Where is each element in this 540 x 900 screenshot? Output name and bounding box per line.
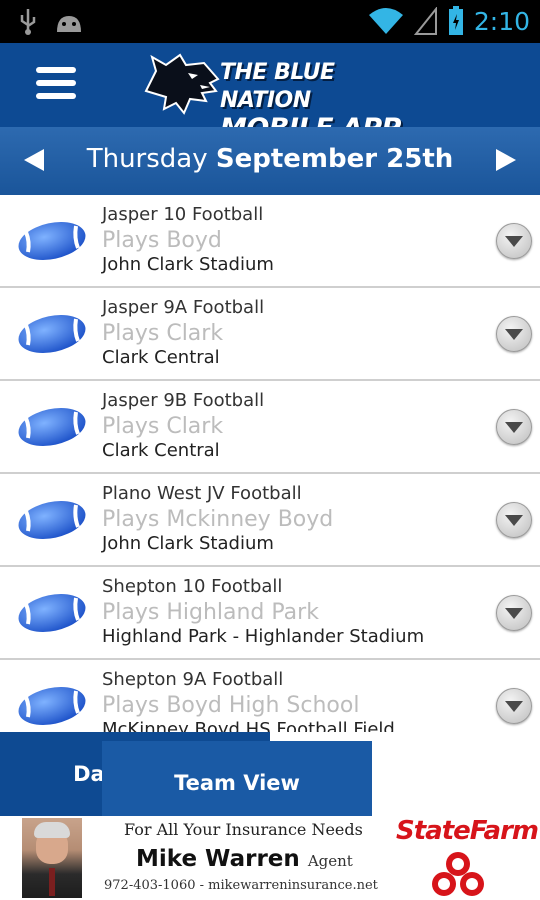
football-icon: [18, 408, 86, 446]
usb-icon: [20, 9, 36, 35]
football-icon: [18, 594, 86, 632]
expand-chevron-icon[interactable]: [496, 595, 532, 631]
expand-chevron-icon[interactable]: [496, 688, 532, 724]
opponent: Plays Clark: [102, 321, 224, 346]
games-list[interactable]: Jasper 10 Football Plays Boyd John Clark…: [0, 195, 540, 732]
expand-chevron-icon[interactable]: [496, 316, 532, 352]
wifi-icon: [368, 8, 403, 34]
ad-contact: 972-403-1060 - mikewarreninsurance.net: [104, 878, 378, 893]
status-bar: 2:10: [0, 0, 540, 43]
signal-icon: [413, 7, 437, 35]
next-day-button[interactable]: [496, 149, 516, 171]
ad-tagline: For All Your Insurance Needs: [124, 820, 363, 839]
agent-photo: [22, 818, 82, 898]
opponent: Plays Clark: [102, 414, 224, 439]
opponent: Plays Mckinney Boyd: [102, 507, 334, 532]
venue: John Clark Stadium: [102, 533, 274, 554]
date-navigator: Thursday September 25th: [0, 127, 540, 195]
game-row[interactable]: Shepton 9A Football Plays Boyd High Scho…: [0, 660, 540, 732]
ad-banner[interactable]: For All Your Insurance Needs Mike Warren…: [0, 816, 540, 900]
statefarm-logo-icon: [432, 852, 484, 896]
game-row[interactable]: Shepton 10 Football Plays Highland Park …: [0, 567, 540, 660]
expand-chevron-icon[interactable]: [496, 502, 532, 538]
team-name: Plano West JV Football: [102, 483, 302, 504]
expand-chevron-icon[interactable]: [496, 223, 532, 259]
team-name: Jasper 9A Football: [102, 297, 265, 318]
game-row[interactable]: Plano West JV Football Plays Mckinney Bo…: [0, 474, 540, 567]
opponent: Plays Boyd High School: [102, 693, 360, 718]
app-header: THE BLUE NATION MOBILE APP: [0, 43, 540, 143]
game-row[interactable]: Jasper 9A Football Plays Clark Clark Cen…: [0, 288, 540, 381]
football-icon: [18, 687, 86, 725]
team-name: Shepton 10 Football: [102, 576, 283, 597]
menu-icon-bar: [36, 80, 76, 86]
clock: 2:10: [473, 6, 530, 36]
wolf-logo-icon: [144, 53, 220, 115]
weekday-label: Thursday: [86, 144, 208, 174]
football-icon: [18, 501, 86, 539]
agent-title: Agent: [307, 852, 353, 870]
opponent: Plays Highland Park: [102, 600, 319, 625]
team-name: Jasper 10 Football: [102, 204, 264, 225]
view-tabs: Daily View Team View: [0, 732, 540, 825]
venue: John Clark Stadium: [102, 254, 274, 275]
logo-line1: THE BLUE NATION: [220, 60, 335, 113]
ad-agent-name: Mike Warren Agent: [136, 846, 353, 872]
venue: McKinney Boyd HS Football Field: [102, 719, 395, 732]
venue: Highland Park - Highlander Stadium: [102, 626, 425, 647]
tab-team-view[interactable]: Team View: [102, 741, 372, 825]
current-date: Thursday September 25th: [0, 144, 540, 174]
menu-icon-bar: [36, 93, 76, 99]
statefarm-wordmark: StateFarm: [396, 816, 539, 846]
team-name: Shepton 9A Football: [102, 669, 284, 690]
football-icon: [18, 222, 86, 260]
app-logo: THE BLUE NATION MOBILE APP: [142, 51, 402, 143]
date-label: September 25th: [215, 144, 454, 174]
game-row[interactable]: Jasper 10 Football Plays Boyd John Clark…: [0, 195, 540, 288]
agent-tie: [49, 868, 55, 896]
football-icon: [18, 315, 86, 353]
agent-name: Mike Warren: [136, 846, 300, 872]
venue: Clark Central: [102, 440, 220, 461]
venue: Clark Central: [102, 347, 220, 368]
battery-icon: [448, 6, 463, 35]
expand-chevron-icon[interactable]: [496, 409, 532, 445]
menu-icon-bar: [36, 67, 76, 73]
menu-button[interactable]: [36, 67, 76, 103]
agent-hair: [34, 822, 70, 838]
game-row[interactable]: Jasper 9B Football Plays Clark Clark Cen…: [0, 381, 540, 474]
opponent: Plays Boyd: [102, 228, 222, 253]
android-icon: [57, 16, 81, 32]
team-name: Jasper 9B Football: [102, 390, 265, 411]
